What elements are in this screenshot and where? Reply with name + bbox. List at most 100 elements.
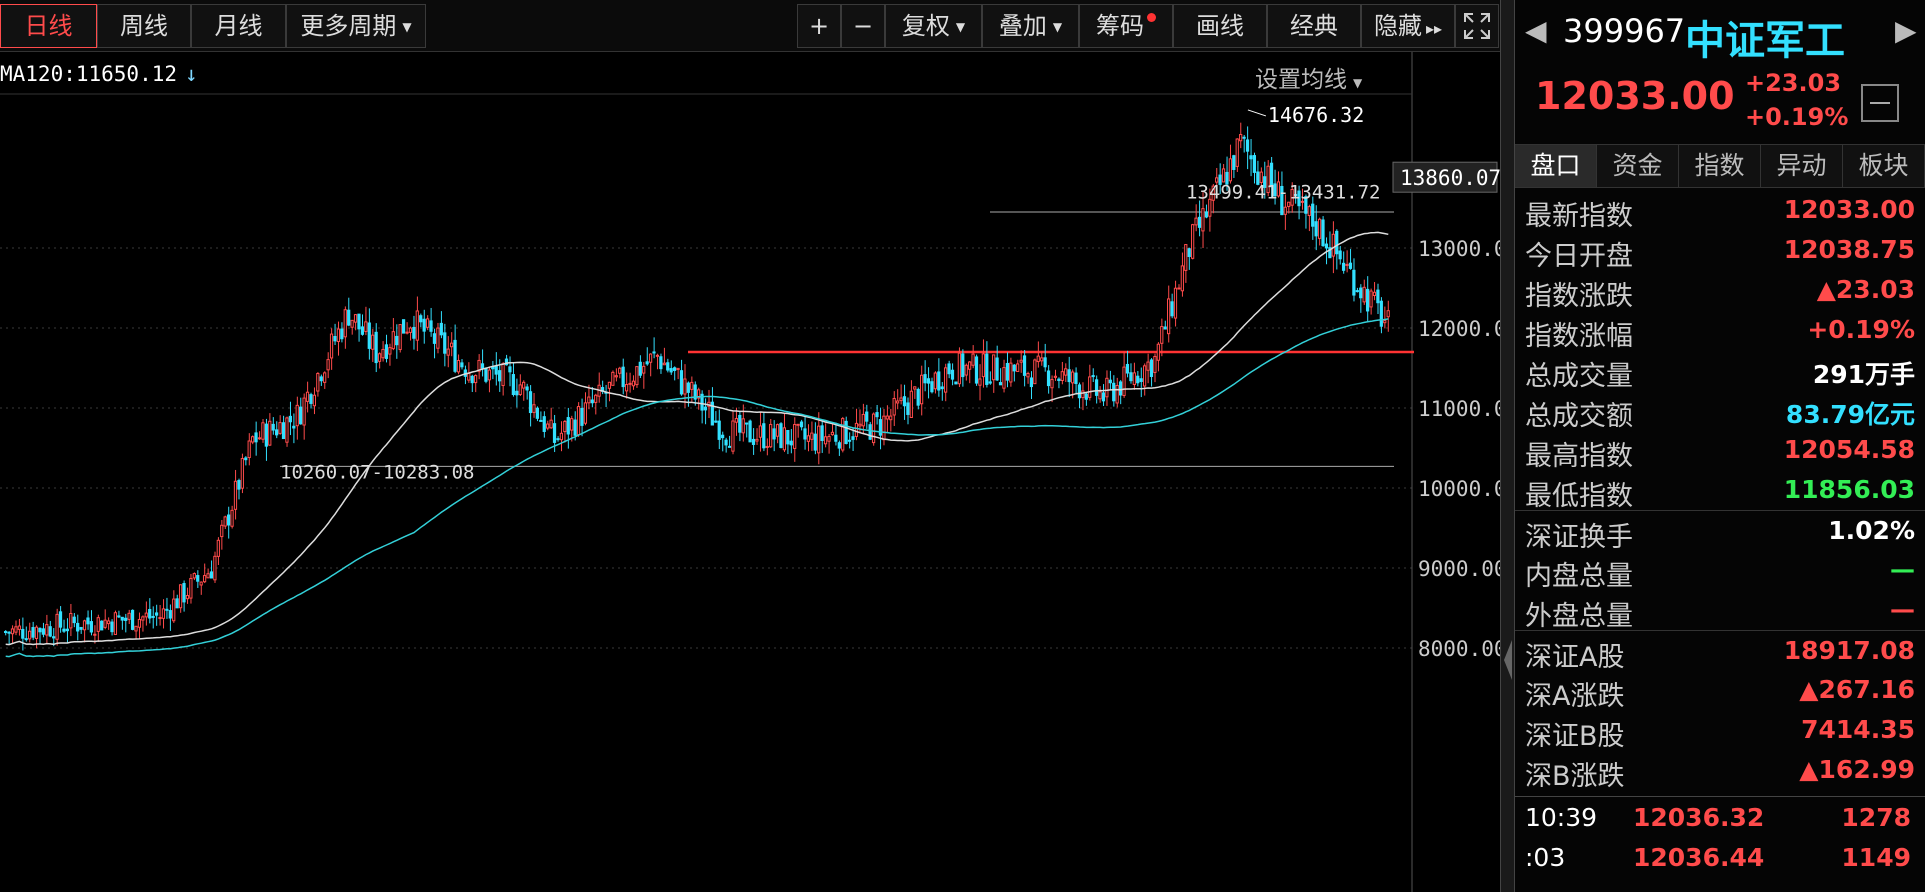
candle [1324, 243, 1329, 249]
collapse-arrow-icon[interactable] [1504, 640, 1512, 680]
kline-chart[interactable]: 13000.00 12000.00 11000.00 10000.00 9000.00 8… [0, 52, 1500, 892]
candle [937, 371, 941, 391]
tab-anomaly[interactable]: 异动 [1761, 145, 1843, 187]
candle [501, 363, 505, 387]
candle [1094, 379, 1099, 396]
candle [182, 583, 186, 603]
candle [449, 342, 454, 348]
candle [834, 434, 838, 442]
quote-row: 最新指数 12033.00 [1515, 190, 1925, 232]
candle [621, 366, 625, 388]
tick-row: 10:39 12036.32 1278 [1515, 797, 1925, 837]
quote-row-value: 12054.58 [1783, 435, 1915, 464]
candle [772, 428, 776, 440]
candle [223, 516, 227, 527]
draw-line-button[interactable]: 画线 [1173, 4, 1267, 48]
tab-funds[interactable]: 资金 [1597, 145, 1679, 187]
ma-settings-dropdown[interactable]: 设置均线 ▼ [1255, 60, 1362, 94]
chevron-down-icon: ▼ [1052, 20, 1063, 34]
classic-button[interactable]: 经典 [1267, 4, 1361, 48]
candle [1335, 230, 1339, 255]
candle [76, 622, 80, 632]
candle [731, 420, 735, 452]
candle [110, 621, 114, 633]
candle [745, 422, 749, 425]
candle [144, 612, 148, 618]
candle [950, 369, 955, 380]
quote-row: 深A涨跌 ▲267.16 [1515, 670, 1925, 712]
candle [1379, 300, 1383, 327]
tab-index[interactable]: 指数 [1679, 145, 1761, 187]
candle [1026, 372, 1030, 378]
candle [1365, 288, 1370, 312]
candle [1146, 361, 1150, 371]
quote-row: 深证A股 18917.08 [1515, 630, 1925, 673]
candle [336, 328, 341, 343]
quote-row-label: 总成交量 [1525, 361, 1633, 392]
candle [611, 371, 615, 386]
period-week-button[interactable]: 周线 [97, 4, 191, 48]
hide-button[interactable]: 隐藏 ▸▸ [1361, 4, 1455, 48]
candle [309, 394, 313, 404]
candle [583, 402, 588, 424]
fullscreen-icon [1464, 13, 1490, 39]
fullscreen-button[interactable] [1455, 4, 1499, 48]
candle [576, 406, 581, 436]
candle [508, 366, 512, 373]
candle [96, 617, 100, 632]
candle [799, 421, 804, 428]
candle [24, 638, 28, 641]
candle [357, 313, 361, 330]
prev-security-icon[interactable]: ◀ [1525, 14, 1547, 47]
candle [281, 422, 286, 440]
candle [906, 402, 910, 415]
price-tag-label: 13860.07 [1400, 166, 1500, 190]
period-day-button[interactable]: 日线 [0, 4, 97, 48]
candle [1173, 287, 1178, 319]
candle [429, 320, 433, 332]
candle [127, 612, 131, 620]
collapse-button[interactable] [1861, 84, 1899, 122]
candle [618, 367, 622, 374]
tab-sector[interactable]: 板块 [1843, 145, 1925, 187]
candle [645, 361, 649, 365]
candle [494, 365, 498, 375]
candle [1345, 263, 1349, 266]
candle [775, 424, 780, 437]
panel-splitter[interactable] [1500, 0, 1515, 892]
candle [1132, 372, 1136, 386]
zoom-out-button[interactable]: − [841, 4, 885, 48]
candle [1376, 289, 1380, 304]
candle [446, 348, 450, 356]
tick-volume: 1278 [1841, 803, 1911, 832]
candle [587, 396, 591, 404]
candle [151, 615, 155, 618]
candle [624, 384, 629, 392]
candle [316, 373, 320, 392]
next-security-icon[interactable]: ▶ [1895, 14, 1917, 47]
period-month-button[interactable]: 月线 [191, 4, 286, 48]
candle [734, 418, 738, 423]
overlay-dropdown[interactable]: 叠加 ▼ [982, 4, 1079, 48]
chips-button[interactable]: 筹码 [1079, 4, 1173, 48]
zoom-in-button[interactable]: + [797, 4, 841, 48]
candle [1156, 343, 1160, 361]
candle [1057, 378, 1061, 381]
candle [1019, 359, 1023, 363]
tick-time: :03 [1525, 843, 1566, 872]
candle [460, 362, 464, 368]
candle [398, 324, 402, 351]
candle [117, 615, 121, 618]
quote-row-value: 7414.35 [1801, 715, 1915, 744]
adjust-rights-dropdown[interactable]: 复权 ▼ [885, 4, 982, 48]
quote-row: 最低指数 11856.03 [1515, 470, 1925, 512]
candle [570, 418, 574, 431]
candle [401, 319, 406, 334]
quote-row: 指数涨幅 +0.19% [1515, 310, 1925, 352]
more-periods-dropdown[interactable]: 更多周期 ▼ [286, 4, 426, 48]
tab-orderbook[interactable]: 盘口 [1515, 145, 1597, 187]
candle [340, 328, 344, 340]
quote-row-value: 11856.03 [1783, 475, 1915, 504]
kline-chart-canvas[interactable]: 13000.00 12000.00 11000.00 10000.00 9000.00 8… [0, 52, 1500, 892]
adjust-rights-label: 复权 [901, 12, 950, 40]
